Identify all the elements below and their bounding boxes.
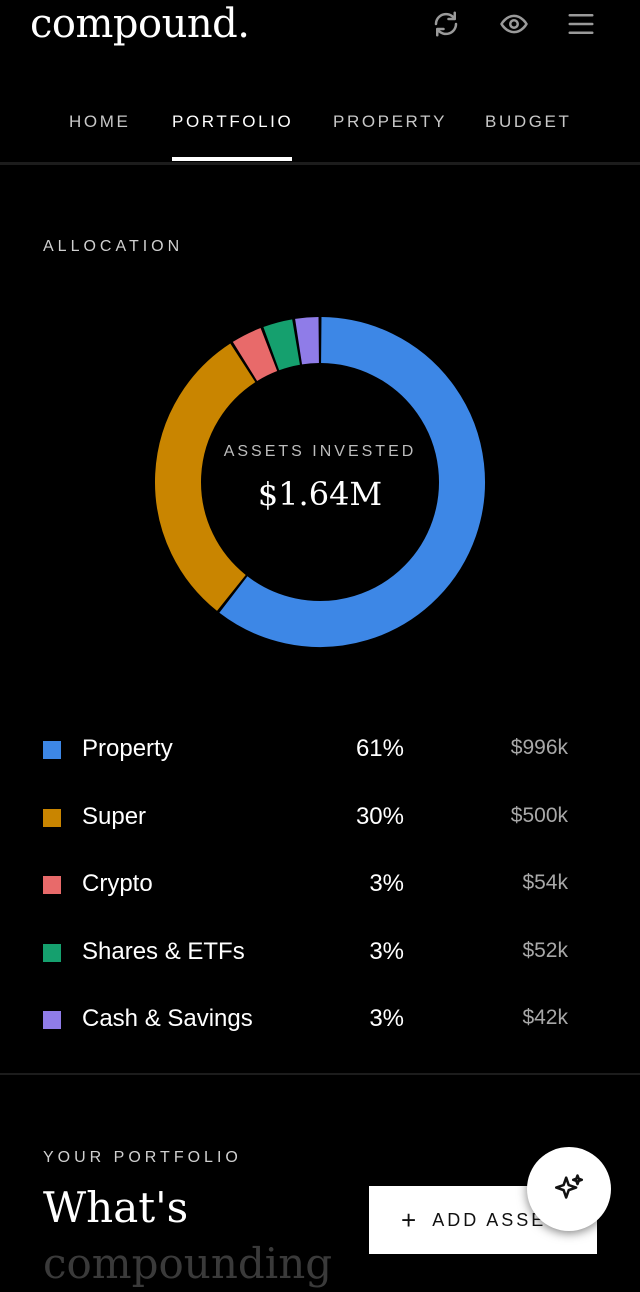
legend-amount: $996k (510, 736, 568, 759)
your-portfolio-heading: YOUR PORTFOLIO (43, 1149, 242, 1166)
legend-row-crypto[interactable]: Crypto 3% $54k (0, 864, 640, 904)
legend-name: Shares & ETFs (82, 938, 245, 965)
assets-invested-value: $1.64M (257, 475, 383, 513)
legend-row-shares-etfs[interactable]: Shares & ETFs 3% $52k (0, 932, 640, 972)
legend-swatch (43, 741, 61, 759)
legend-percent: 3% (369, 870, 404, 897)
legend-swatch (43, 944, 61, 962)
allocation-heading: ALLOCATION (43, 238, 184, 255)
legend-row-super[interactable]: Super 30% $500k (0, 797, 640, 837)
legend-percent: 61% (355, 735, 404, 762)
legend-row-property[interactable]: Property 61% $996k (0, 729, 640, 769)
legend-percent: 3% (369, 938, 404, 965)
refresh-icon[interactable] (428, 6, 464, 42)
portfolio-title: What's compounding (43, 1180, 332, 1292)
legend-percent: 3% (369, 1005, 404, 1032)
legend-amount: $54k (522, 871, 568, 894)
donut-slice-cash-savings[interactable] (295, 317, 320, 365)
tab-portfolio[interactable]: PORTFOLIO (172, 112, 293, 132)
active-tab-indicator (172, 157, 292, 161)
assets-invested-label: ASSETS INVESTED (223, 443, 417, 460)
sparkle-icon (554, 1174, 584, 1199)
portfolio-title-line2: compounding (43, 1239, 333, 1288)
tab-home[interactable]: HOME (69, 112, 130, 132)
app-header: compound. (0, 0, 640, 60)
legend-name: Super (82, 803, 147, 830)
main-tabs: HOME PORTFOLIO PROPERTY BUDGET (0, 100, 640, 165)
legend-name: Property (82, 735, 173, 762)
menu-icon[interactable] (563, 6, 599, 42)
donut-slice-crypto[interactable] (232, 328, 278, 382)
tab-budget[interactable]: BUDGET (485, 112, 571, 132)
legend-percent: 30% (355, 803, 404, 830)
donut-slice-shares-etfs[interactable] (263, 319, 301, 371)
legend-swatch (43, 1011, 61, 1029)
legend-swatch (43, 809, 61, 827)
section-divider (0, 1073, 640, 1075)
plus-icon: + (401, 1204, 417, 1235)
app-logo[interactable]: compound. (30, 0, 250, 48)
portfolio-title-line1: What's (43, 1183, 189, 1232)
legend-name: Cash & Savings (82, 1005, 253, 1032)
ai-assistant-button[interactable] (527, 1147, 611, 1231)
eye-icon[interactable] (496, 6, 532, 42)
legend-amount: $42k (522, 1006, 568, 1029)
legend-amount: $52k (522, 939, 568, 962)
legend-name: Crypto (82, 870, 153, 897)
legend-row-cash-savings[interactable]: Cash & Savings 3% $42k (0, 999, 640, 1039)
tab-property[interactable]: PROPERTY (333, 112, 447, 132)
legend-swatch (43, 876, 61, 894)
legend-amount: $500k (510, 804, 568, 827)
